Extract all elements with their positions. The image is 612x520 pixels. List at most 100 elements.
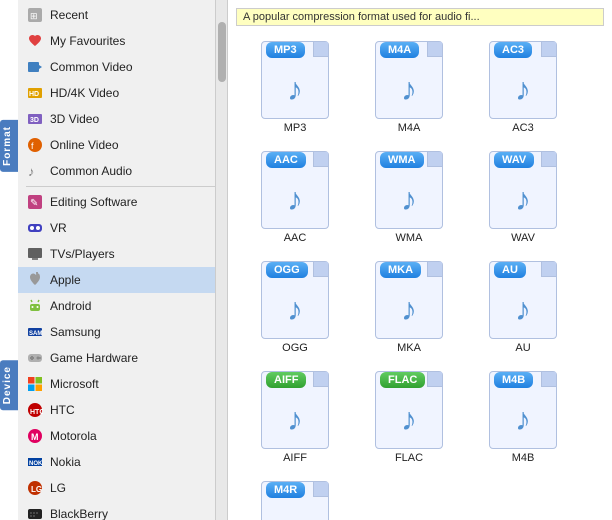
format-label-au: AU bbox=[515, 342, 530, 354]
sidebar-scrollbar[interactable] bbox=[215, 0, 227, 520]
format-label-m4b: M4B bbox=[512, 452, 535, 464]
format-item-wma[interactable]: WMA ♪ WMA bbox=[354, 144, 464, 250]
badge-wma: WMA bbox=[380, 152, 424, 168]
sidebar-item-label: My Favourites bbox=[50, 34, 125, 48]
sidebar-list: ⊞ Recent My Favourites Common Video bbox=[18, 0, 227, 520]
sidebar-item-common-video[interactable]: Common Video bbox=[18, 54, 227, 80]
format-item-flac[interactable]: FLAC ♪ FLAC bbox=[354, 364, 464, 470]
format-item-au[interactable]: AU ♪ AU bbox=[468, 254, 578, 360]
sidebar-item-motorola[interactable]: M Motorola bbox=[18, 423, 227, 449]
online-icon: f bbox=[26, 136, 44, 154]
microsoft-icon bbox=[26, 375, 44, 393]
tv-icon bbox=[26, 245, 44, 263]
svg-text:HD: HD bbox=[29, 91, 39, 98]
music-note: ♪ bbox=[401, 71, 417, 108]
format-icon-ogg: OGG ♪ bbox=[255, 260, 335, 340]
sidebar-item-blackberry[interactable]: BlackBerry bbox=[18, 501, 227, 520]
svg-text:♪: ♪ bbox=[28, 164, 35, 179]
format-icon-wav: WAV ♪ bbox=[483, 150, 563, 230]
sidebar-item-microsoft[interactable]: Microsoft bbox=[18, 371, 227, 397]
sidebar-item-3d-video[interactable]: 3D 3D Video bbox=[18, 106, 227, 132]
sidebar-item-nokia[interactable]: NOKIA Nokia bbox=[18, 449, 227, 475]
divider bbox=[26, 186, 219, 187]
3d-icon: 3D bbox=[26, 110, 44, 128]
sidebar-item-apple[interactable]: Apple bbox=[18, 267, 227, 293]
badge-ac3: AC3 bbox=[494, 42, 532, 58]
vr-icon bbox=[26, 219, 44, 237]
badge-au: AU bbox=[494, 262, 526, 278]
format-item-aac[interactable]: AAC ♪ AAC bbox=[240, 144, 350, 250]
sidebar-item-label: BlackBerry bbox=[50, 507, 108, 520]
format-label-ogg: OGG bbox=[282, 342, 308, 354]
sidebar-item-label: Game Hardware bbox=[50, 351, 138, 365]
format-label-mka: MKA bbox=[397, 342, 421, 354]
sidebar-item-tvs[interactable]: TVs/Players bbox=[18, 241, 227, 267]
sidebar-item-label: 3D Video bbox=[50, 112, 99, 126]
format-item-ogg[interactable]: OGG ♪ OGG bbox=[240, 254, 350, 360]
format-item-mka[interactable]: MKA ♪ MKA bbox=[354, 254, 464, 360]
sidebar-item-htc[interactable]: HTC HTC bbox=[18, 397, 227, 423]
svg-text:3D: 3D bbox=[30, 117, 39, 124]
sidebar-item-online-video[interactable]: f Online Video bbox=[18, 132, 227, 158]
music-note: ♪ bbox=[287, 511, 303, 520]
music-note: ♪ bbox=[515, 401, 531, 438]
music-note: ♪ bbox=[515, 71, 531, 108]
badge-flac: FLAC bbox=[380, 372, 425, 388]
video-icon bbox=[26, 58, 44, 76]
format-label-mp3: MP3 bbox=[284, 122, 307, 134]
lg-icon: LG bbox=[26, 479, 44, 497]
format-icon-aac: AAC ♪ bbox=[255, 150, 335, 230]
format-label-ac3: AC3 bbox=[512, 122, 533, 134]
music-note: ♪ bbox=[401, 401, 417, 438]
sidebar-item-game[interactable]: Game Hardware bbox=[18, 345, 227, 371]
format-icon-wma: WMA ♪ bbox=[369, 150, 449, 230]
format-item-m4r[interactable]: M4R ♪ RING M4R bbox=[240, 474, 350, 520]
main-content: A popular compression format used for au… bbox=[228, 0, 612, 520]
sidebar-item-samsung[interactable]: SAMS Samsung bbox=[18, 319, 227, 345]
format-icon-aiff: AIFF ♪ bbox=[255, 370, 335, 450]
sidebar-item-favourites[interactable]: My Favourites bbox=[18, 28, 227, 54]
sidebar-item-label: Android bbox=[50, 299, 91, 313]
sidebar-item-label: Common Audio bbox=[50, 164, 132, 178]
format-item-m4a[interactable]: M4A ♪ M4A bbox=[354, 34, 464, 140]
format-item-aiff[interactable]: AIFF ♪ AIFF bbox=[240, 364, 350, 470]
sidebar-item-label: VR bbox=[50, 221, 67, 235]
music-note: ♪ bbox=[401, 291, 417, 328]
badge-m4a: M4A bbox=[380, 42, 419, 58]
sidebar-item-common-audio[interactable]: ♪ Common Audio bbox=[18, 158, 227, 184]
format-icon-au: AU ♪ bbox=[483, 260, 563, 340]
sidebar-item-label: Microsoft bbox=[50, 377, 99, 391]
sidebar-item-label: Apple bbox=[50, 273, 81, 287]
format-item-ac3[interactable]: AC3 ♪ AC3 bbox=[468, 34, 578, 140]
hd-icon: HD bbox=[26, 84, 44, 102]
badge-mp3: MP3 bbox=[266, 42, 305, 58]
blackberry-icon bbox=[26, 505, 44, 520]
android-icon bbox=[26, 297, 44, 315]
format-grid: MP3 ♪ MP3 M4A ♪ M4A AC3 ♪ bbox=[236, 30, 604, 520]
music-note: ♪ bbox=[287, 181, 303, 218]
clock-icon: ⊞ bbox=[26, 6, 44, 24]
sidebar-item-vr[interactable]: VR bbox=[18, 215, 227, 241]
heart-icon bbox=[26, 32, 44, 50]
badge-aac: AAC bbox=[266, 152, 306, 168]
svg-text:HTC: HTC bbox=[30, 409, 43, 416]
sidebar-item-lg[interactable]: LG LG bbox=[18, 475, 227, 501]
music-note: ♪ bbox=[287, 401, 303, 438]
sidebar-item-android[interactable]: Android bbox=[18, 293, 227, 319]
svg-text:M: M bbox=[31, 432, 39, 442]
sidebar-item-editing[interactable]: ✎ Editing Software bbox=[18, 189, 227, 215]
scrollbar-thumb[interactable] bbox=[218, 22, 226, 82]
sidebar-item-recent[interactable]: ⊞ Recent bbox=[18, 2, 227, 28]
device-tab: Device bbox=[0, 360, 18, 410]
audio-icon: ♪ bbox=[26, 162, 44, 180]
format-item-mp3[interactable]: MP3 ♪ MP3 bbox=[240, 34, 350, 140]
music-note: ♪ bbox=[515, 181, 531, 218]
svg-text:⊞: ⊞ bbox=[30, 11, 38, 21]
format-item-wav[interactable]: WAV ♪ WAV bbox=[468, 144, 578, 250]
format-item-m4b[interactable]: M4B ♪ M4B bbox=[468, 364, 578, 470]
format-label-aac: AAC bbox=[284, 232, 307, 244]
badge-aiff: AIFF bbox=[266, 372, 306, 388]
badge-m4r: M4R bbox=[266, 482, 305, 498]
sidebar-item-hd-video[interactable]: HD HD/4K Video bbox=[18, 80, 227, 106]
sidebar: Format Device ⊞ Recent My Favourites bbox=[0, 0, 228, 520]
